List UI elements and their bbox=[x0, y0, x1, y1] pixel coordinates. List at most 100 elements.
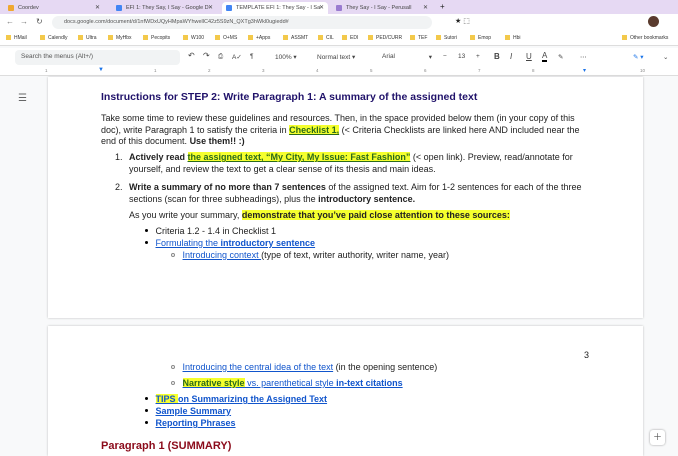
bookmark[interactable]: EDI bbox=[342, 35, 358, 41]
zoom-select[interactable]: 100% ▾ bbox=[275, 53, 297, 61]
decrease-font-button[interactable]: − bbox=[443, 53, 447, 60]
spellcheck-icon[interactable]: A✓ bbox=[232, 53, 242, 61]
docs-icon bbox=[226, 5, 232, 11]
increase-font-button[interactable]: + bbox=[476, 53, 480, 60]
list-item: Write a summary of no more than 7 senten… bbox=[129, 182, 582, 192]
body-text: end of this document. Use them!! :) bbox=[101, 136, 245, 146]
highlight-icon[interactable]: ✎ bbox=[558, 53, 563, 61]
bookmark[interactable]: Pecopits bbox=[143, 35, 170, 41]
browser-tab[interactable]: EFI 1: They Say, I Say - Google D ✕ bbox=[112, 2, 217, 14]
list-item: Actively read the assigned text, “My Cit… bbox=[129, 152, 573, 162]
bookmark[interactable]: Ultra bbox=[78, 35, 97, 41]
body-text: As you write your summary, demonstrate t… bbox=[129, 210, 510, 220]
bookmark[interactable]: TEF bbox=[410, 35, 427, 41]
intro-sentence-link[interactable]: Formulating the introductory sentence bbox=[156, 238, 316, 248]
citations-link[interactable]: Narrative style vs. parenthetical style … bbox=[182, 378, 403, 388]
bookmark[interactable]: W100 bbox=[183, 35, 204, 41]
url-input[interactable]: docs.google.com/document/d/1nfWDxUQyHMpa… bbox=[52, 16, 432, 29]
ruler[interactable]: 1 ▼ 1 2 3 4 5 6 7 8 ▾ 10 bbox=[0, 67, 678, 76]
tab-title: Coordev bbox=[18, 5, 39, 11]
bookmark[interactable]: ASSMT bbox=[283, 35, 308, 41]
browser-tab[interactable]: Coordev ✕ bbox=[4, 2, 104, 14]
new-tab-button[interactable]: + bbox=[440, 2, 445, 11]
other-bookmarks[interactable]: Other bookmarks bbox=[622, 35, 668, 41]
bookmark[interactable]: +Apps bbox=[248, 35, 270, 41]
bookmark[interactable]: Hbi bbox=[505, 35, 521, 41]
reload-icon[interactable]: ↻ bbox=[36, 17, 43, 26]
tab-title: TEMPLATE EFI 1: They Say - I Sa bbox=[236, 5, 321, 11]
perusall-icon bbox=[336, 5, 342, 11]
checklist-link[interactable]: Checklist 1, bbox=[289, 125, 340, 135]
bookmarks-bar: HMail Calendly Ultra MyHbx Pecopits W100… bbox=[0, 31, 678, 46]
tips-link[interactable]: TIPS on Summarizing the Assigned Text bbox=[155, 394, 327, 404]
bookmark[interactable]: CIL bbox=[318, 35, 334, 41]
paint-format-icon[interactable]: ¶ bbox=[250, 53, 254, 60]
section-heading: Instructions for STEP 2: Write Paragraph… bbox=[101, 91, 478, 103]
sample-summary-link[interactable]: Sample Summary bbox=[156, 406, 232, 416]
redo-icon[interactable]: ↷ bbox=[203, 51, 210, 60]
search-menus-input[interactable]: Search the menus (Alt+/) bbox=[15, 50, 180, 65]
extensions-icon[interactable]: ★ ⬚ bbox=[455, 17, 470, 25]
font-select[interactable]: Arial ▾ bbox=[382, 53, 432, 61]
underline-button[interactable]: U bbox=[526, 52, 532, 61]
tab-title: They Say - I Say - Perusall bbox=[346, 5, 412, 11]
central-idea-link[interactable]: Introducing the central idea of the text bbox=[183, 362, 334, 372]
collapse-chevron-icon[interactable]: ⌄ bbox=[663, 53, 668, 61]
bookmark[interactable]: PED/CURR bbox=[368, 35, 402, 41]
undo-icon[interactable]: ↶ bbox=[188, 51, 195, 60]
bookmark[interactable]: Sutori bbox=[436, 35, 457, 41]
sub-bullet-item: Narrative style vs. parenthetical style … bbox=[171, 378, 403, 388]
outline-icon[interactable]: ☰ bbox=[18, 93, 27, 104]
bookmark[interactable]: O+MS bbox=[215, 35, 237, 41]
back-icon[interactable]: ← bbox=[6, 17, 14, 26]
docs-icon bbox=[116, 5, 122, 11]
body-text: Take some time to review these guideline… bbox=[101, 113, 575, 123]
forward-icon[interactable]: → bbox=[20, 17, 28, 26]
address-bar-row: ← → ↻ docs.google.com/document/d/1nfWDxU… bbox=[0, 14, 678, 31]
editing-mode-icon[interactable]: ✎ ▾ bbox=[633, 53, 644, 61]
tab-title: EFI 1: They Say, I Say - Google D bbox=[126, 5, 209, 11]
close-icon[interactable]: ✕ bbox=[423, 4, 428, 11]
section-heading: Paragraph 1 (SUMMARY) bbox=[101, 440, 232, 452]
tab-favicon-icon bbox=[8, 5, 14, 11]
right-indent-marker-icon[interactable]: ▾ bbox=[583, 67, 586, 74]
avatar[interactable] bbox=[648, 16, 659, 27]
list-item-text: sections (scan for three subheadings), p… bbox=[129, 194, 416, 204]
indent-marker-icon[interactable]: ▼ bbox=[98, 67, 104, 73]
bullet-item: TIPS on Summarizing the Assigned Text bbox=[145, 394, 327, 404]
docs-toolbar: Search the menus (Alt+/) ↶ ↷ ⎙ A✓ ¶ 100%… bbox=[0, 48, 678, 67]
sub-bullet-item: Introducing context (type of text, write… bbox=[171, 250, 449, 260]
page-number: 3 bbox=[584, 350, 590, 360]
context-link[interactable]: Introducing context bbox=[183, 250, 262, 260]
close-icon[interactable]: ✕ bbox=[319, 4, 324, 11]
text-color-button[interactable]: A bbox=[542, 51, 548, 62]
browser-tab-active[interactable]: TEMPLATE EFI 1: They Say - I Sa ✕ bbox=[222, 2, 328, 14]
add-comment-icon[interactable]: ＋ bbox=[650, 430, 665, 445]
bookmark[interactable]: Calendly bbox=[40, 35, 67, 41]
print-icon[interactable]: ⎙ bbox=[218, 53, 223, 61]
bullet-item: Reporting Phrases bbox=[145, 418, 236, 428]
bold-button[interactable]: B bbox=[494, 52, 500, 61]
bookmark[interactable]: MyHbx bbox=[108, 35, 132, 41]
list-item-text: yourself, and review the text to get a c… bbox=[129, 164, 436, 174]
bullet-item: Criteria 1.2 - 1.4 in Checklist 1 bbox=[145, 226, 276, 236]
list-number: 2. bbox=[115, 182, 123, 192]
assigned-text-link[interactable]: the assigned text, “My City, My Issue: F… bbox=[187, 152, 411, 162]
bookmark[interactable]: Emop bbox=[470, 35, 491, 41]
bookmark[interactable]: HMail bbox=[6, 35, 27, 41]
body-text: doc), write Paragraph 1 to satisfy the c… bbox=[101, 125, 580, 135]
sub-bullet-item: Introducing the central idea of the text… bbox=[171, 362, 437, 372]
tab-bar: Coordev ✕ EFI 1: They Say, I Say - Google… bbox=[0, 0, 678, 14]
document-page[interactable] bbox=[48, 326, 643, 456]
bullet-item: Formulating the introductory sentence bbox=[145, 238, 315, 248]
list-number: 1. bbox=[115, 152, 123, 162]
close-icon[interactable]: ✕ bbox=[208, 4, 213, 11]
bullet-item: Sample Summary bbox=[145, 406, 231, 416]
close-icon[interactable]: ✕ bbox=[95, 4, 100, 11]
style-select[interactable]: Normal text ▾ bbox=[317, 53, 355, 61]
italic-button[interactable]: I bbox=[510, 52, 512, 61]
browser-tab[interactable]: They Say - I Say - Perusall ✕ bbox=[332, 2, 432, 14]
reporting-phrases-link[interactable]: Reporting Phrases bbox=[156, 418, 236, 428]
more-button[interactable]: ⋯ bbox=[580, 53, 587, 61]
font-size-input[interactable]: 13 bbox=[458, 53, 465, 60]
